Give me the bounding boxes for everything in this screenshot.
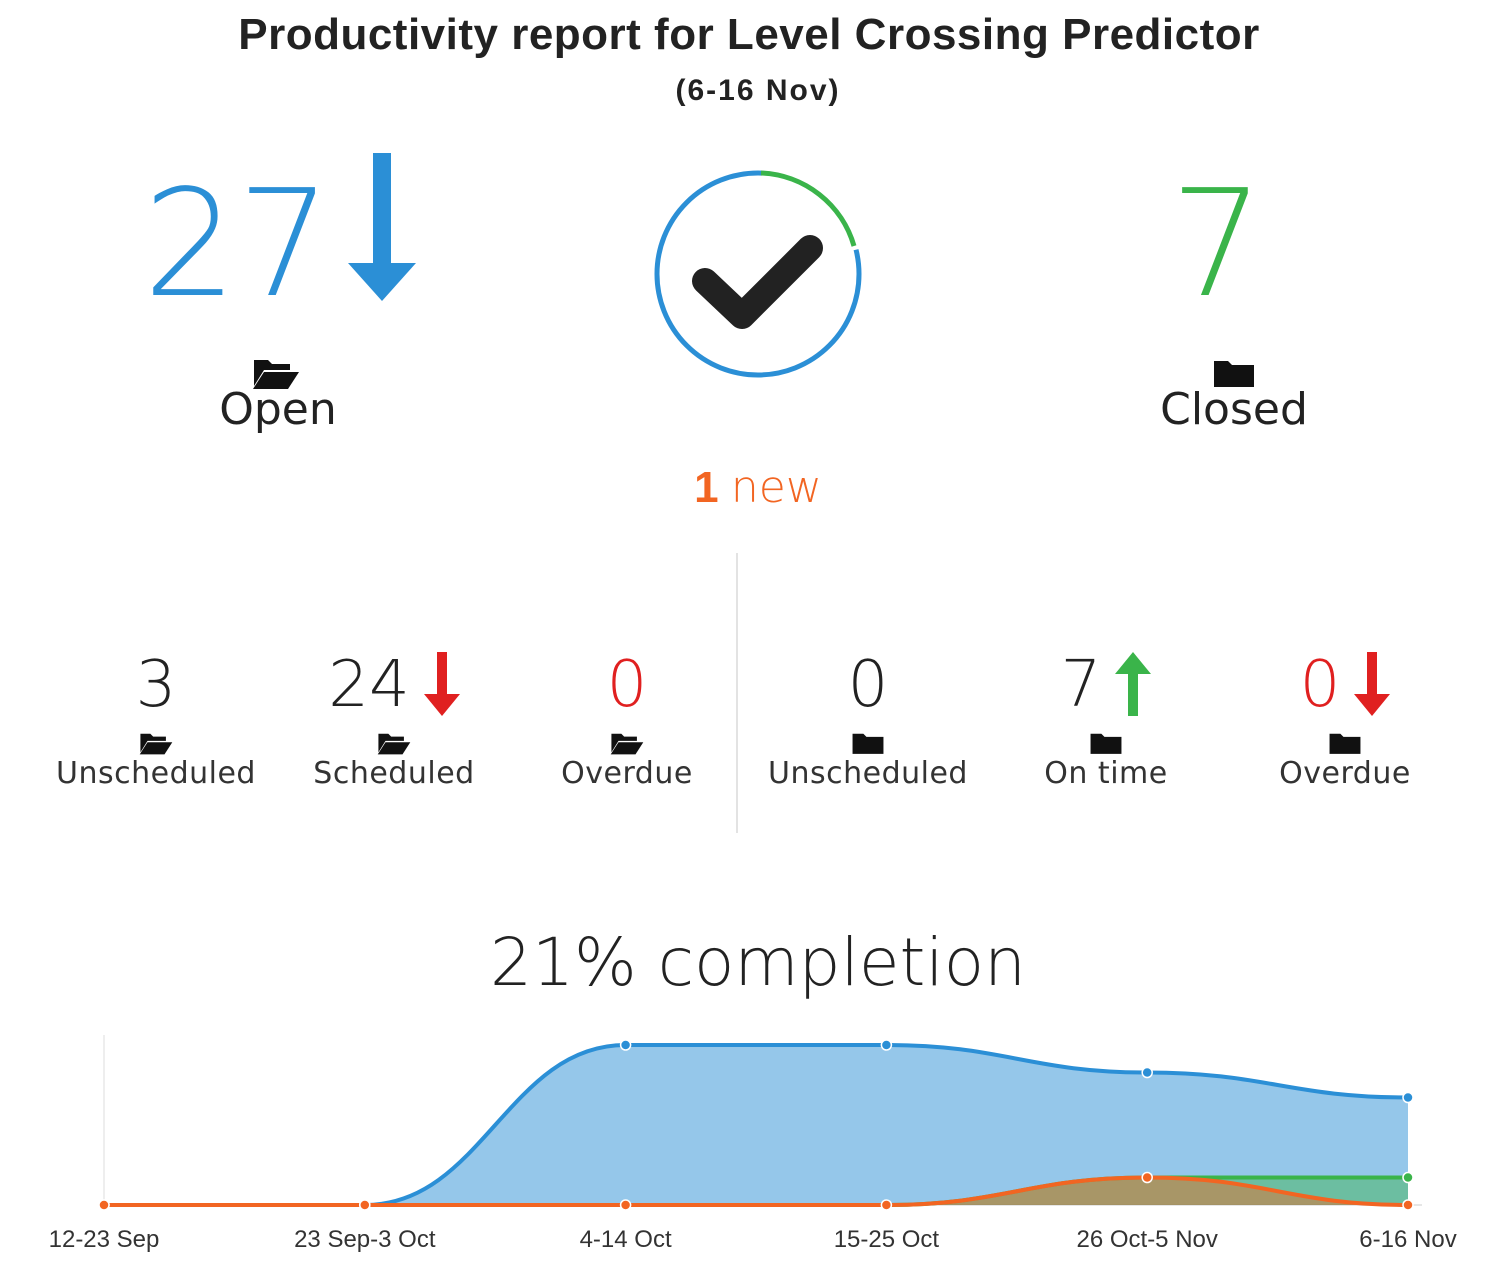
stat-value: 24 — [328, 648, 410, 722]
x-tick-label: 15-25 Oct — [833, 1226, 940, 1253]
open-overdue-stat: 0 Overdue — [507, 650, 747, 791]
folder-icon — [1329, 733, 1361, 754]
data-point-0-4 — [1141, 1066, 1153, 1079]
data-point-2-0 — [98, 1199, 110, 1211]
new-count: 1 new — [0, 462, 1498, 513]
folder-open-icon — [377, 733, 411, 755]
data-point-2-1 — [359, 1199, 371, 1211]
new-count-label: new — [730, 462, 822, 513]
open-label: Open — [219, 384, 337, 435]
data-point-1-5 — [1402, 1171, 1414, 1184]
open-count: 27 — [143, 158, 332, 330]
x-tick-label: 23 Sep-3 Oct — [294, 1226, 436, 1253]
stat-label: On time — [1044, 756, 1168, 791]
stat-value: 0 — [847, 648, 889, 722]
folder-open-icon — [610, 733, 644, 755]
data-point-2-3 — [880, 1199, 893, 1211]
closed-count: 7 — [1170, 158, 1265, 330]
closed-overdue-stat: 0 Overdue — [1225, 650, 1465, 791]
folder-icon — [1090, 733, 1122, 754]
stat-value: 3 — [135, 648, 177, 722]
stat-label: Overdue — [1279, 756, 1411, 791]
new-count-value: 1 — [694, 463, 719, 512]
data-point-2-4 — [1141, 1171, 1153, 1184]
stat-label: Scheduled — [313, 756, 475, 791]
page-title: Productivity report for Level Crossing P… — [238, 10, 1260, 59]
stat-value: 0 — [1299, 648, 1341, 722]
folder-icon — [852, 733, 884, 754]
closed-label: Closed — [1160, 384, 1308, 435]
arrow-down-icon — [1354, 652, 1391, 716]
stat-label: Unscheduled — [56, 756, 256, 791]
open-unscheduled-stat: 3 Unscheduled — [36, 650, 276, 791]
data-point-0-2 — [619, 1039, 632, 1051]
data-point-0-3 — [880, 1039, 893, 1051]
arrow-up-icon — [1115, 652, 1152, 716]
completion-area-chart — [98, 1035, 1422, 1211]
arrow-down-icon — [423, 652, 460, 716]
x-tick-label: 12-23 Sep — [48, 1226, 160, 1253]
stat-label: Overdue — [561, 756, 693, 791]
report-period: (6-16 Nov) — [675, 74, 841, 107]
data-point-0-5 — [1402, 1091, 1414, 1104]
x-tick-label: 6-16 Nov — [1359, 1226, 1457, 1253]
closed-unscheduled-stat: 0 Unscheduled — [748, 650, 988, 791]
completion-label: 21% completion — [490, 924, 1026, 1001]
stat-label: Unscheduled — [768, 756, 968, 791]
data-point-2-5 — [1402, 1199, 1414, 1211]
folder-open-icon — [139, 733, 173, 755]
stat-value: 0 — [606, 648, 648, 722]
data-point-2-2 — [619, 1199, 632, 1211]
closed-on-time-stat: 7 On time — [986, 650, 1226, 791]
x-tick-label: 26 Oct-5 Nov — [1076, 1226, 1218, 1253]
check-circle-icon — [654, 170, 862, 378]
stat-value: 7 — [1060, 648, 1102, 722]
x-tick-label: 4-14 Oct — [579, 1226, 672, 1253]
open-scheduled-stat: 24 Scheduled — [274, 650, 514, 791]
arrow-down-icon — [348, 153, 416, 301]
